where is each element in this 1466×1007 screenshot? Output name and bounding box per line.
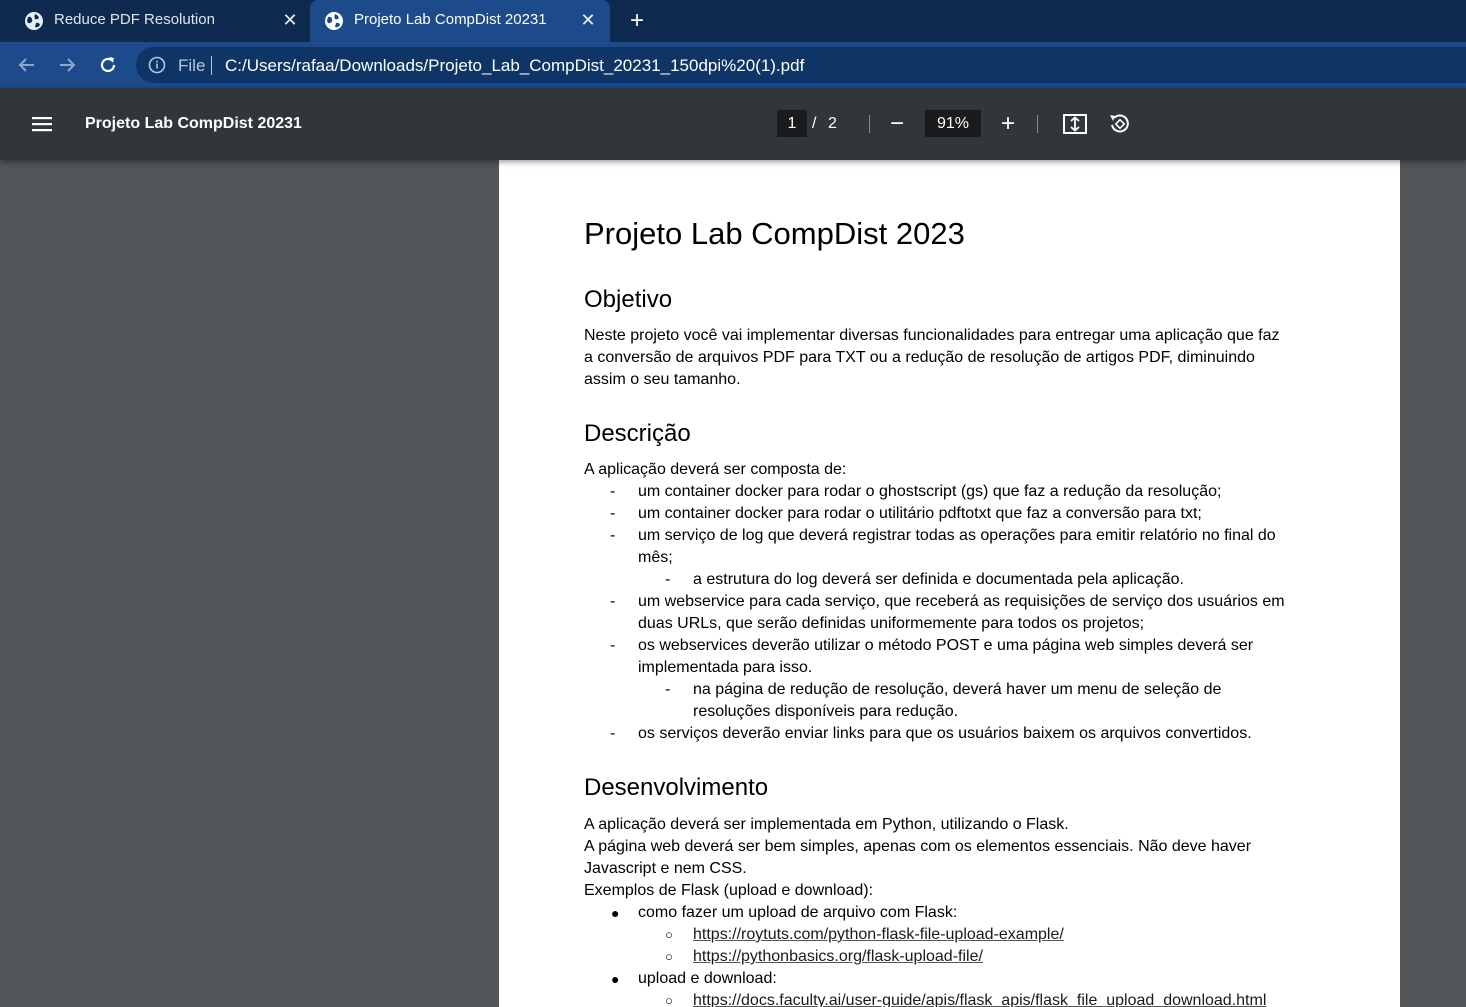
paragraph-line: Neste projeto você vai implementar diver… <box>584 327 1280 344</box>
example-link[interactable]: https://pythonbasics.org/flask-upload-fi… <box>693 946 983 968</box>
list-item-text: um webservice para cada serviço, que rec… <box>638 593 1285 610</box>
document-title: Projeto Lab CompDist 20231 <box>85 115 302 132</box>
list-item-text: como fazer um upload de arquivo com Flas… <box>638 904 958 921</box>
paragraph-line: A aplicação deverá ser implementada em P… <box>584 816 1069 833</box>
bullet-marker: ○ <box>665 993 673 1007</box>
list-item-text: implementada para isso. <box>638 659 813 676</box>
list-item-text: um container docker para rodar o utilitá… <box>638 505 1202 522</box>
page-separator: / <box>812 115 817 132</box>
zoom-input[interactable]: 91% <box>925 110 981 137</box>
list-item-text: resoluções disponíveis para redução. <box>693 703 959 720</box>
tab-reduce-pdf[interactable]: Reduce PDF Resolution ✕ <box>0 0 308 42</box>
list-item-text: duas URLs, que serão definidas uniformem… <box>638 615 1145 632</box>
list-marker: - <box>610 637 616 654</box>
browser-toolbar: File C:/Users/rafaa/Downloads/Projeto_La… <box>0 42 1466 88</box>
list-item-text: os serviços deverão enviar links para qu… <box>638 725 1252 742</box>
close-icon[interactable]: ✕ <box>576 8 600 32</box>
tab-title: Projeto Lab CompDist 20231 <box>354 11 547 28</box>
list-marker: - <box>610 593 616 610</box>
list-marker: - <box>665 681 671 698</box>
pdf-page: Projeto Lab CompDist 2023 Objetivo Neste… <box>499 160 1400 1007</box>
forward-button[interactable] <box>53 51 81 79</box>
list-marker: - <box>610 505 616 522</box>
section-heading-objetivo: Objetivo <box>584 286 673 313</box>
zoom-out-button[interactable]: − <box>884 110 910 138</box>
arrow-left-icon <box>18 58 34 72</box>
paragraph-line: Exemplos de Flask (upload e download): <box>584 882 874 899</box>
fit-page-icon[interactable] <box>1061 110 1089 138</box>
bullet-marker: ● <box>611 971 620 987</box>
document-heading: Projeto Lab CompDist 2023 <box>584 216 965 251</box>
globe-icon <box>325 12 343 30</box>
list-marker: - <box>610 483 616 500</box>
zoom-in-button[interactable]: + <box>995 110 1021 138</box>
bullet-marker: ○ <box>665 949 673 964</box>
address-divider <box>211 56 212 75</box>
menu-icon[interactable] <box>30 112 54 136</box>
toolbar-divider <box>869 115 870 133</box>
list-item-text: mês; <box>638 549 673 566</box>
example-link[interactable]: https://roytuts.com/python-flask-file-up… <box>693 924 1064 946</box>
reload-icon <box>100 57 116 73</box>
info-icon[interactable] <box>148 56 166 74</box>
paragraph-line: A aplicação deverá ser composta de: <box>584 461 847 478</box>
pdf-toolbar: Projeto Lab CompDist 20231 1 / 2 − 91% + <box>0 88 1466 160</box>
list-item-text: na página de redução de resolução, dever… <box>693 681 1222 698</box>
tab-strip: Reduce PDF Resolution ✕ Projeto Lab Comp… <box>0 0 1466 42</box>
page-number-input[interactable]: 1 <box>777 110 807 137</box>
section-heading-desenvolvimento: Desenvolvimento <box>584 774 769 801</box>
paragraph-line: a conversão de arquivos PDF para TXT ou … <box>584 349 1255 366</box>
paragraph-line: A página web deverá ser bem simples, ape… <box>584 838 1252 855</box>
list-item-text: a estrutura do log deverá ser definida e… <box>693 571 1184 588</box>
section-heading-descricao: Descrição <box>584 420 691 447</box>
rotate-icon[interactable] <box>1106 110 1134 138</box>
toolbar-divider <box>1037 115 1038 133</box>
reload-button[interactable] <box>94 51 122 79</box>
list-item-text: os webservices deverão utilizar o método… <box>638 637 1254 654</box>
scheme-label: File <box>178 56 206 75</box>
list-marker: - <box>610 527 616 544</box>
list-item-text: um serviço de log que deverá registrar t… <box>638 527 1276 544</box>
back-button[interactable] <box>13 51 41 79</box>
address-bar[interactable]: File C:/Users/rafaa/Downloads/Projeto_La… <box>136 47 1466 83</box>
url-text[interactable]: C:/Users/rafaa/Downloads/Projeto_Lab_Com… <box>225 56 804 76</box>
paragraph-line: assim o seu tamanho. <box>584 371 741 388</box>
close-icon[interactable]: ✕ <box>278 8 302 32</box>
tab-projeto-lab[interactable]: Projeto Lab CompDist 20231 ✕ <box>310 0 610 42</box>
arrow-right-icon <box>60 58 76 72</box>
bullet-marker: ● <box>611 905 620 921</box>
bullet-marker: ○ <box>665 927 673 942</box>
page-total: 2 <box>828 115 837 132</box>
new-tab-button[interactable]: + <box>624 7 650 34</box>
list-marker: - <box>610 725 616 742</box>
list-marker: - <box>665 571 671 588</box>
paragraph-line: Javascript e nem CSS. <box>584 860 747 877</box>
tab-title: Reduce PDF Resolution <box>54 11 215 28</box>
list-item-text: um container docker para rodar o ghostsc… <box>638 483 1222 500</box>
example-link[interactable]: https://docs.faculty.ai/user-guide/apis/… <box>693 990 1266 1007</box>
globe-icon <box>25 12 43 30</box>
list-item-text: upload e download: <box>638 970 777 987</box>
